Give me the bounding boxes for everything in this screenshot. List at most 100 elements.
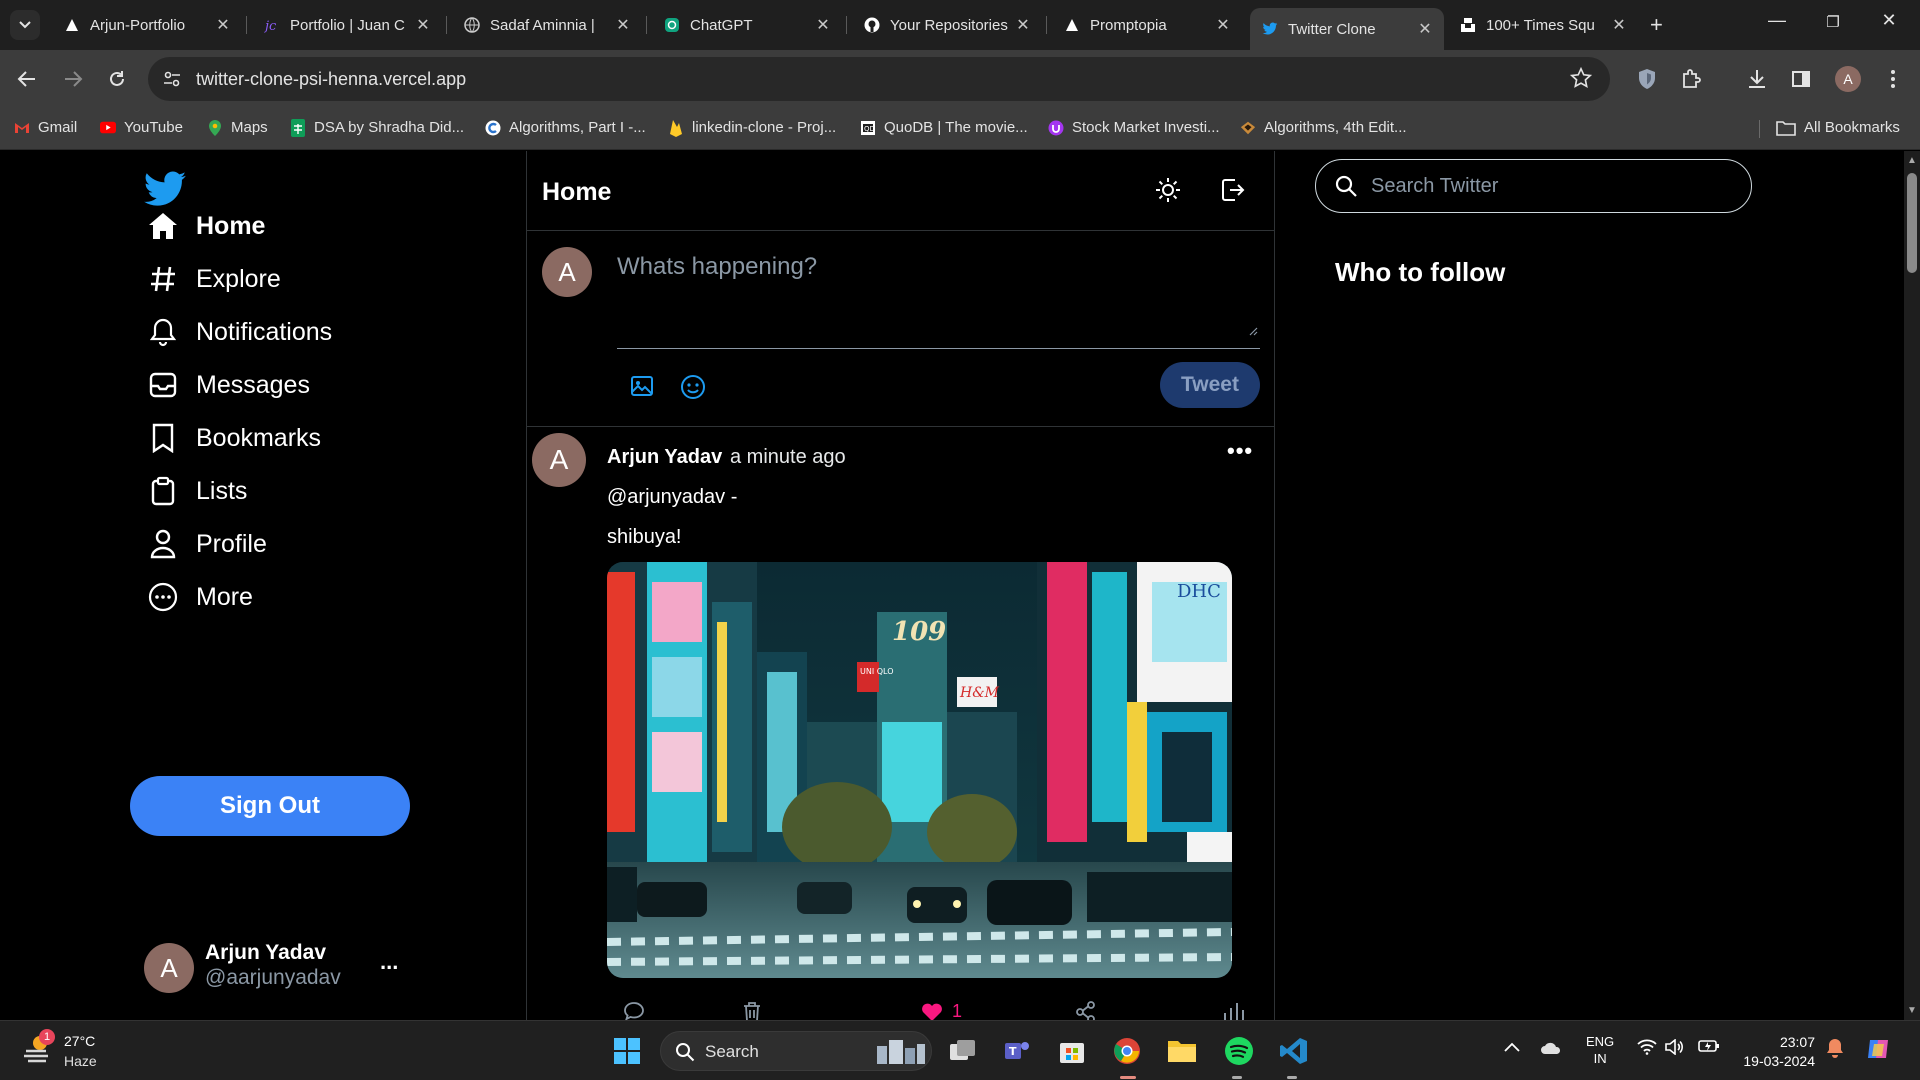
tab-promptopia[interactable]: Promptopia ✕ bbox=[1052, 8, 1242, 42]
search-box[interactable] bbox=[1315, 159, 1752, 213]
youtube-icon bbox=[100, 120, 116, 136]
avatar[interactable]: A bbox=[532, 433, 586, 487]
like-button[interactable]: 1 bbox=[920, 1001, 962, 1020]
copilot-icon[interactable] bbox=[1864, 1034, 1894, 1067]
task-view-button[interactable] bbox=[946, 1034, 980, 1068]
teams-app[interactable]: T bbox=[1000, 1034, 1034, 1068]
volume-icon[interactable] bbox=[1664, 1038, 1684, 1058]
tab-times-square[interactable]: 100+ Times Squ ✕ bbox=[1448, 8, 1638, 42]
nav-bookmarks[interactable]: Bookmarks bbox=[146, 421, 321, 455]
bookmark-algorithms-part1[interactable]: Algorithms, Part I -... bbox=[485, 119, 646, 136]
bookmark-youtube[interactable]: YouTube bbox=[100, 119, 183, 136]
reload-button[interactable] bbox=[104, 66, 130, 92]
reply-button[interactable] bbox=[623, 1001, 645, 1020]
tweet-card[interactable]: A Arjun Yadav a minute ago ••• @arjunyad… bbox=[527, 428, 1274, 1020]
nav-lists[interactable]: Lists bbox=[146, 474, 247, 508]
vscode-app[interactable] bbox=[1277, 1034, 1311, 1068]
address-bar[interactable]: twitter-clone-psi-henna.vercel.app bbox=[148, 57, 1610, 101]
close-icon[interactable]: ✕ bbox=[1014, 15, 1032, 35]
site-settings-icon[interactable] bbox=[162, 69, 182, 94]
tab-arjun-portfolio[interactable]: Arjun-Portfolio ✕ bbox=[52, 8, 242, 42]
bookmark-quodb[interactable]: QD QuoDB | The movie... bbox=[860, 119, 1028, 136]
page-scrollbar[interactable]: ▲ ▼ bbox=[1904, 151, 1920, 1020]
tweet-photo[interactable]: 109 UNI QLO H&M DHC bbox=[607, 562, 1232, 978]
tab-twitter-clone[interactable]: Twitter Clone ✕ bbox=[1250, 8, 1444, 50]
download-icon[interactable] bbox=[1745, 67, 1769, 91]
extensions-icon[interactable] bbox=[1679, 67, 1703, 91]
wifi-icon[interactable] bbox=[1637, 1039, 1657, 1058]
tab-portfolio-juan[interactable]: jc Portfolio | Juan C ✕ bbox=[252, 8, 442, 42]
close-icon[interactable]: ✕ bbox=[1610, 15, 1628, 35]
bookmark-linkedin-clone[interactable]: linkedin-clone - Proj... bbox=[668, 119, 836, 137]
tab-sadaf[interactable]: Sadaf Aminnia | ✕ bbox=[452, 8, 642, 42]
close-icon[interactable]: ✕ bbox=[614, 15, 632, 35]
shield-extension-icon[interactable] bbox=[1635, 67, 1659, 91]
restore-icon[interactable]: ❐ bbox=[1818, 13, 1848, 31]
tweet-more-button[interactable]: ••• bbox=[1227, 438, 1253, 464]
profile-avatar[interactable]: A bbox=[1835, 66, 1861, 92]
start-button[interactable] bbox=[610, 1034, 644, 1068]
close-icon[interactable]: ✕ bbox=[414, 15, 432, 35]
share-button[interactable] bbox=[1075, 1001, 1097, 1020]
nav-home[interactable]: Home bbox=[146, 209, 265, 243]
all-bookmarks-button[interactable]: All Bookmarks bbox=[1776, 119, 1900, 136]
tweet-author[interactable]: Arjun Yadav bbox=[607, 446, 722, 469]
show-hidden-icons[interactable] bbox=[1504, 1039, 1520, 1055]
close-icon[interactable]: ✕ bbox=[814, 15, 832, 35]
twitter-logo-icon[interactable] bbox=[142, 171, 190, 213]
system-clock[interactable]: 23:07 19-03-2024 bbox=[1735, 1033, 1815, 1071]
minimize-icon[interactable]: — bbox=[1762, 10, 1792, 31]
nav-messages[interactable]: Messages bbox=[146, 368, 310, 402]
taskbar-search[interactable]: Search bbox=[660, 1031, 932, 1071]
nav-profile[interactable]: Profile bbox=[146, 527, 267, 561]
tab-chatgpt[interactable]: ChatGPT ✕ bbox=[652, 8, 842, 42]
back-button[interactable] bbox=[14, 66, 40, 92]
spotify-app[interactable] bbox=[1222, 1034, 1256, 1068]
onedrive-icon[interactable] bbox=[1540, 1041, 1562, 1058]
store-app[interactable] bbox=[1055, 1034, 1089, 1068]
close-icon[interactable]: ✕ bbox=[1416, 19, 1434, 39]
scrollbar-thumb[interactable] bbox=[1907, 173, 1917, 273]
chrome-app[interactable] bbox=[1110, 1034, 1144, 1068]
emoji-icon[interactable] bbox=[680, 374, 706, 405]
nav-explore[interactable]: Explore bbox=[146, 262, 281, 296]
nav-more[interactable]: More bbox=[146, 580, 253, 614]
analytics-button[interactable] bbox=[1222, 1001, 1244, 1020]
sign-out-button[interactable]: Sign Out bbox=[130, 776, 410, 836]
scroll-down-icon[interactable]: ▼ bbox=[1907, 1005, 1917, 1016]
bookmark-gmail[interactable]: Gmail bbox=[14, 119, 77, 136]
scroll-up-icon[interactable]: ▲ bbox=[1907, 155, 1917, 166]
window-close-icon[interactable]: ✕ bbox=[1874, 10, 1904, 31]
nav-notifications[interactable]: Notifications bbox=[146, 315, 332, 349]
resize-handle-icon[interactable] bbox=[1248, 326, 1258, 336]
new-tab-button[interactable]: + bbox=[1650, 12, 1663, 38]
bookmark-maps[interactable]: Maps bbox=[207, 119, 268, 136]
tab-search-button[interactable] bbox=[10, 10, 40, 40]
logout-icon[interactable] bbox=[1221, 177, 1245, 208]
bookmark-algorithms-4th[interactable]: Algorithms, 4th Edit... bbox=[1240, 119, 1407, 136]
battery-icon[interactable] bbox=[1698, 1039, 1720, 1056]
bookmark-star-icon[interactable] bbox=[1569, 66, 1593, 94]
bookmark-stock-market[interactable]: Stock Market Investi... bbox=[1048, 119, 1220, 136]
forward-button[interactable] bbox=[60, 66, 86, 92]
kebab-menu-icon[interactable] bbox=[1881, 67, 1905, 91]
side-panel-icon[interactable] bbox=[1789, 67, 1813, 91]
tweet-button[interactable]: Tweet bbox=[1160, 362, 1260, 408]
image-upload-icon[interactable] bbox=[630, 374, 654, 403]
url-text: twitter-clone-psi-henna.vercel.app bbox=[196, 69, 467, 89]
delete-button[interactable] bbox=[742, 1001, 762, 1020]
notification-bell-icon[interactable] bbox=[1826, 1038, 1844, 1061]
hashtag-icon bbox=[146, 262, 180, 296]
theme-toggle-sun-icon[interactable] bbox=[1155, 177, 1181, 208]
weather-widget[interactable]: 1 27°C Haze bbox=[22, 1029, 97, 1069]
file-explorer-app[interactable] bbox=[1165, 1034, 1199, 1068]
close-icon[interactable]: ✕ bbox=[214, 15, 232, 35]
close-icon[interactable]: ✕ bbox=[1214, 15, 1232, 35]
region-code: IN bbox=[1593, 1051, 1607, 1066]
search-input[interactable] bbox=[1371, 170, 1731, 202]
bookmark-dsa[interactable]: DSA by Shradha Did... bbox=[290, 118, 464, 137]
language-indicator[interactable]: ENG IN bbox=[1586, 1033, 1614, 1067]
tab-github[interactable]: Your Repositories ✕ bbox=[852, 8, 1042, 42]
tweet-input[interactable] bbox=[617, 253, 1237, 333]
account-menu-button[interactable]: ... bbox=[380, 949, 398, 975]
